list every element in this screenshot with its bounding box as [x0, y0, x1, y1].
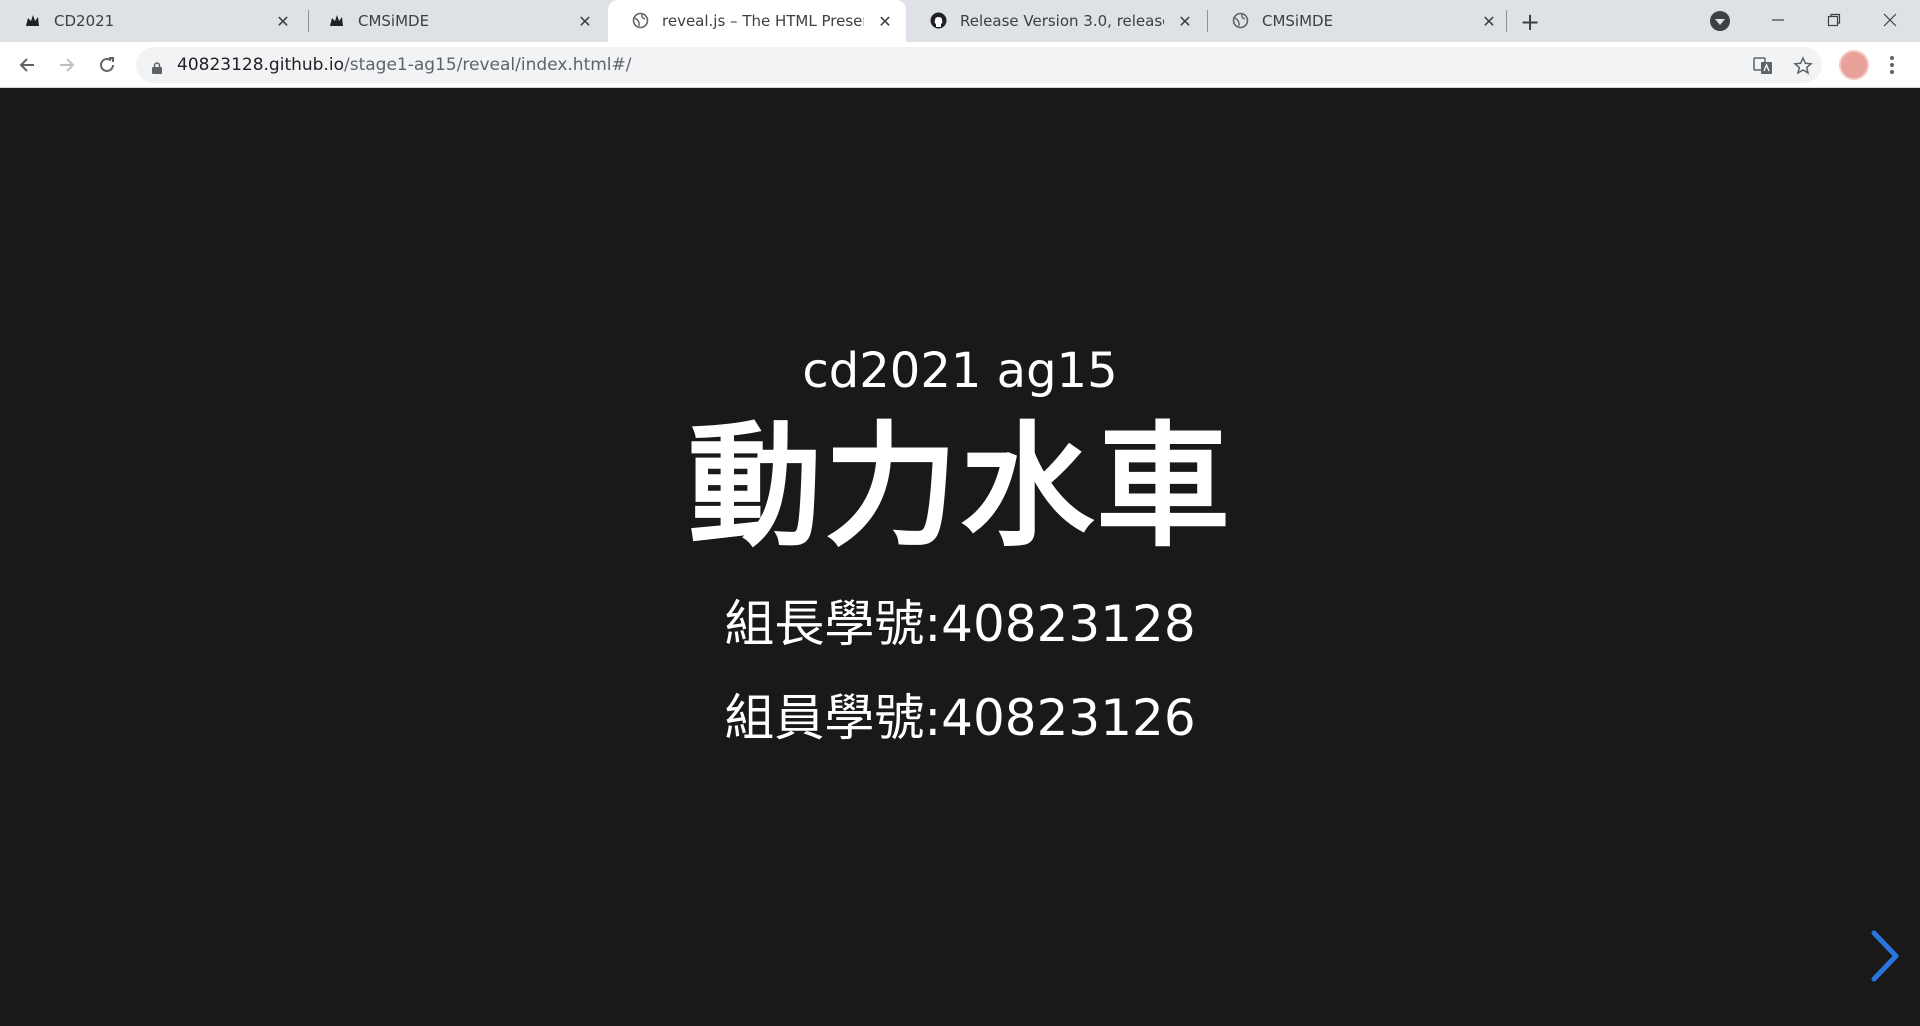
- next-slide-chevron-icon[interactable]: [1868, 929, 1902, 983]
- slide-subtitle: cd2021 ag15: [802, 343, 1118, 399]
- restore-button[interactable]: [1806, 0, 1862, 40]
- profile-avatar[interactable]: [1839, 50, 1869, 80]
- url-host: 40823128.github.io: [177, 55, 344, 75]
- close-icon[interactable]: ✕: [274, 12, 292, 31]
- translate-icon[interactable]: [1752, 55, 1774, 77]
- member-id-text: 組員學號:40823126: [724, 689, 1196, 747]
- tab-search-icon[interactable]: [1710, 11, 1730, 31]
- address-bar[interactable]: 40823128.github.io/stage1-ag15/reveal/in…: [136, 47, 1822, 83]
- lock-icon[interactable]: [152, 59, 162, 74]
- tab-reveal-js[interactable]: reveal.js – The HTML Presentation Framew…: [608, 0, 906, 42]
- close-icon[interactable]: ✕: [1176, 12, 1194, 31]
- leader-id-text: 組長學號:40823128: [724, 595, 1196, 653]
- tab-github-release[interactable]: Release Version 3.0, release candidate ✕: [906, 0, 1206, 42]
- tab-title: CMSiMDE: [358, 12, 430, 30]
- tab-cd2021[interactable]: CD2021 ✕: [0, 0, 304, 42]
- bookmark-star-icon[interactable]: [1792, 55, 1814, 77]
- close-icon[interactable]: ✕: [1480, 12, 1498, 31]
- cmsimde-icon: [328, 12, 345, 29]
- tab-cmsimde-2[interactable]: CMSiMDE ✕: [1208, 0, 1510, 42]
- tab-title: Release Version 3.0, release candidate: [960, 12, 1164, 30]
- github-icon: [930, 12, 947, 29]
- slide-title: 動力水車: [687, 409, 1232, 565]
- close-window-button[interactable]: [1862, 0, 1918, 40]
- new-tab-button[interactable]: +: [1516, 8, 1544, 36]
- presentation-slide: cd2021 ag15 動力水車 組長學號:40823128 組員學號:4082…: [0, 89, 1920, 1026]
- forward-arrow-icon[interactable]: [52, 50, 82, 80]
- close-icon[interactable]: ✕: [576, 12, 594, 31]
- tab-cmsimde[interactable]: CMSiMDE ✕: [304, 0, 606, 42]
- menu-icon[interactable]: [1880, 50, 1904, 80]
- tab-strip: CD2021 ✕ CMSiMDE ✕ reveal.js – The HTML …: [0, 0, 1920, 42]
- close-icon[interactable]: ✕: [876, 12, 894, 31]
- back-arrow-icon[interactable]: [12, 50, 42, 80]
- globe-icon: [1232, 12, 1249, 29]
- browser-toolbar: 40823128.github.io/stage1-ag15/reveal/in…: [0, 42, 1920, 88]
- minimize-button[interactable]: [1750, 0, 1806, 40]
- cmsimde-icon: [24, 12, 41, 29]
- tab-title: reveal.js – The HTML Presentation Framew…: [662, 12, 864, 30]
- tab-title: CD2021: [54, 12, 115, 30]
- tab-separator: [1506, 10, 1507, 32]
- tab-title: CMSiMDE: [1262, 12, 1334, 30]
- reload-icon[interactable]: [92, 50, 122, 80]
- globe-icon: [632, 12, 649, 29]
- url-text: 40823128.github.io/stage1-ag15/reveal/in…: [177, 47, 632, 83]
- url-path: /stage1-ag15/reveal/index.html#/: [343, 55, 632, 75]
